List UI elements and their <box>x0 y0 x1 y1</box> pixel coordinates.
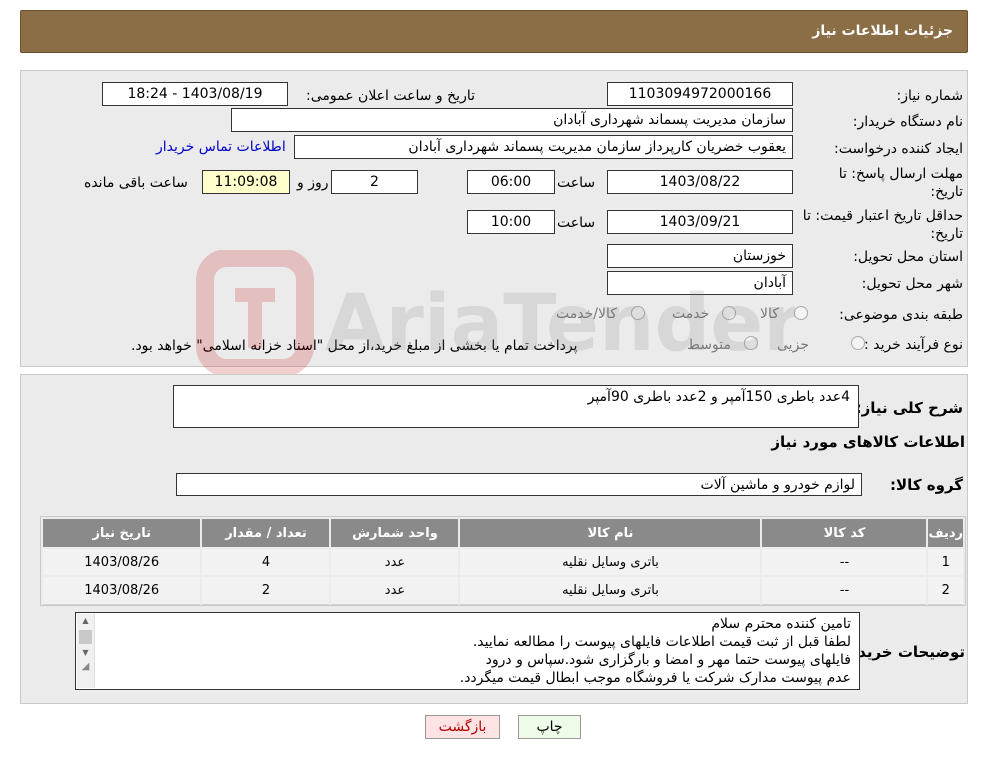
cell-goods-name: باتری وسایل نقلیه <box>458 575 763 605</box>
category-option-service: خدمت <box>672 306 710 322</box>
scroll-up-arrow-icon[interactable]: ▲ <box>77 614 94 628</box>
buyer-contact-link[interactable]: اطلاعات تماس خریدار <box>156 139 286 155</box>
scroll-down-arrow-icon[interactable]: ▼ <box>77 646 94 660</box>
column-header-goods-name: نام کالا <box>458 517 763 549</box>
page-title: جزئیات اطلاعات نیاز <box>812 23 953 39</box>
category-radio-goods-service[interactable] <box>631 306 645 320</box>
province-field: خوزستان <box>607 244 793 268</box>
category-option-goods-service: کالا/خدمت <box>556 306 617 322</box>
remaining-time-label: ساعت باقی مانده <box>84 175 188 191</box>
category-radio-service[interactable] <box>722 306 736 320</box>
table-row: 2 -- باتری وسایل نقلیه عدد 2 1403/08/26 <box>40 575 965 605</box>
notes-line: تامین کننده محترم سلام <box>711 616 851 632</box>
notes-line: عدم پیوست مدارک شرکت یا فروشگاه موجب ابط… <box>459 670 851 686</box>
column-header-goods-code: کد کالا <box>760 517 929 549</box>
column-header-need-date: تاریخ نیاز <box>40 517 203 549</box>
table-row: 1 -- باتری وسایل نقلیه عدد 4 1403/08/26 <box>40 547 965 577</box>
buyer-org-field: سازمان مدیریت پسماند شهرداری آبادان <box>231 108 793 132</box>
category-option-goods: کالا <box>760 306 779 322</box>
cell-goods-code: -- <box>760 547 929 577</box>
process-radio-medium[interactable] <box>744 336 758 350</box>
description-label: شرح کلی نیاز: <box>855 399 963 417</box>
validity-time-label: ساعت <box>557 215 596 231</box>
process-label: نوع فرآیند خرید : <box>864 337 963 353</box>
goods-group-field: لوازم خودرو و ماشین آلات <box>176 473 862 496</box>
cell-goods-code: -- <box>760 575 929 605</box>
process-radio-minor[interactable] <box>851 336 865 350</box>
resize-grip-icon[interactable]: ◢ <box>77 660 94 674</box>
deadline-date-field: 1403/08/22 <box>607 170 793 194</box>
notes-line: فایلهای پیوست حتما مهر و امضا و بارگزاری… <box>485 652 851 668</box>
remaining-days-field: 2 <box>331 170 418 194</box>
process-note: پرداخت تمام یا بخشی از مبلغ خرید،از محل … <box>131 338 578 354</box>
cell-quantity: 4 <box>200 547 332 577</box>
goods-group-label: گروه کالا: <box>890 476 963 494</box>
cell-need-date: 1403/08/26 <box>40 575 203 605</box>
page-header: جزئیات اطلاعات نیاز <box>20 10 968 53</box>
announce-datetime-field: 1403/08/19 - 18:24 <box>102 82 288 106</box>
remaining-time-field: 11:09:08 <box>202 170 290 194</box>
validity-label-line1: حداقل تاریخ اعتبار قیمت: تا <box>802 208 963 224</box>
description-field[interactable]: 4عدد باطری 150آمپر و 2عدد باطری 90آمپر <box>173 385 859 428</box>
deadline-time-field: 06:00 <box>467 170 555 194</box>
validity-date-field: 1403/09/21 <box>607 210 793 234</box>
cell-row-number: 2 <box>926 575 965 605</box>
items-table: ردیف کد کالا نام کالا واحد شمارش تعداد /… <box>40 517 965 605</box>
buyer-notes-field[interactable]: تامین کننده محترم سلام لطفا قبل از ثبت ق… <box>75 612 860 690</box>
need-number-label: شماره نیاز: <box>896 88 964 104</box>
category-radio-goods[interactable] <box>794 306 808 320</box>
deadline-label-line1: مهلت ارسال پاسخ: تا <box>838 166 963 182</box>
validity-time-field: 10:00 <box>467 210 555 234</box>
items-table-wrapper: ردیف کد کالا نام کالا واحد شمارش تعداد /… <box>40 516 966 606</box>
announce-datetime-label: تاریخ و ساعت اعلان عمومی: <box>306 88 475 104</box>
back-button[interactable]: بازگشت <box>425 715 500 739</box>
days-label: روز و <box>297 175 329 191</box>
print-button[interactable]: چاپ <box>518 715 581 739</box>
column-header-quantity: تعداد / مقدار <box>200 517 332 549</box>
cell-goods-name: باتری وسایل نقلیه <box>458 547 763 577</box>
creator-label: ایجاد کننده درخواست: <box>834 141 963 157</box>
city-field: آبادان <box>607 271 793 295</box>
validity-label-line2: تاریخ: <box>930 226 963 242</box>
column-header-row-number: ردیف <box>926 517 965 549</box>
province-label: استان محل تحویل: <box>853 249 963 265</box>
category-label: طبقه بندی موضوعی: <box>839 307 963 323</box>
notes-scrollbar[interactable]: ▲ ▼ ◢ <box>77 614 95 688</box>
column-header-unit: واحد شمارش <box>329 517 461 549</box>
cell-unit: عدد <box>329 575 461 605</box>
cell-row-number: 1 <box>926 547 965 577</box>
cell-need-date: 1403/08/26 <box>40 547 203 577</box>
scroll-thumb[interactable] <box>79 630 92 644</box>
need-number-field: 1103094972000166 <box>607 82 793 106</box>
goods-section-title: اطلاعات کالاهای مورد نیاز <box>771 433 965 451</box>
cell-quantity: 2 <box>200 575 332 605</box>
cell-unit: عدد <box>329 547 461 577</box>
table-header-row: ردیف کد کالا نام کالا واحد شمارش تعداد /… <box>40 517 965 549</box>
process-option-minor: جزیی <box>777 337 809 353</box>
city-label: شهر محل تحویل: <box>861 276 963 292</box>
buyer-org-label: نام دستگاه خریدار: <box>852 114 963 130</box>
creator-field: یعقوب خضریان کارپرداز سازمان مدیریت پسما… <box>294 135 793 159</box>
deadline-label-line2: تاریخ: <box>930 184 963 200</box>
deadline-time-label: ساعت <box>557 175 596 191</box>
notes-line: لطفا قبل از ثبت قیمت اطلاعات فایلهای پیو… <box>472 634 851 650</box>
process-option-medium: متوسط <box>687 337 731 353</box>
